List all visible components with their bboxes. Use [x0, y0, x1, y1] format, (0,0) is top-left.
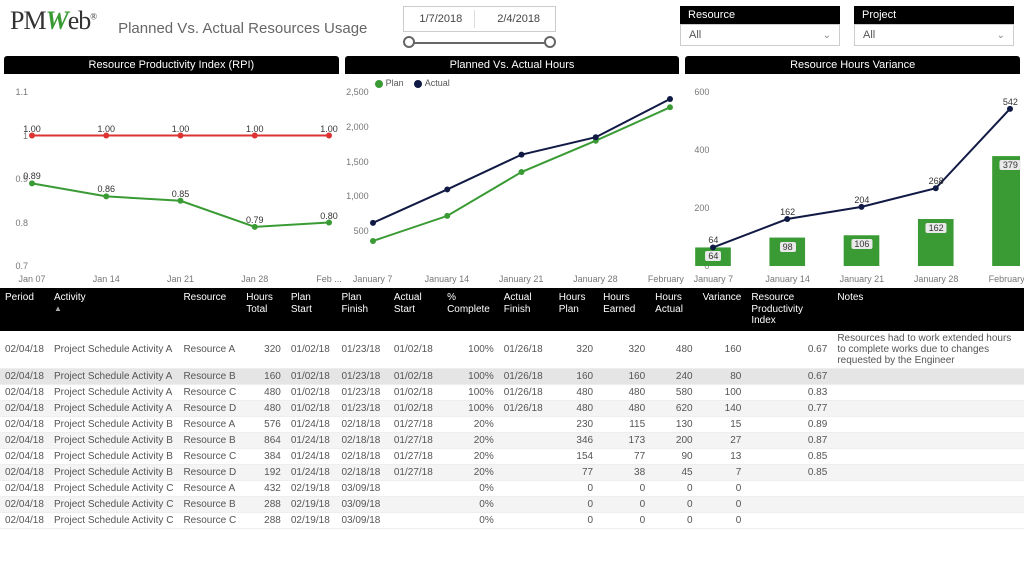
table-row[interactable]: 02/04/18Project Schedule Activity CResou…	[0, 480, 1024, 496]
project-filter-value: All	[863, 29, 875, 41]
table-header-row: PeriodActivity▲ResourceHours TotalPlan S…	[0, 288, 1024, 331]
chevron-down-icon: ⌄	[997, 30, 1005, 41]
header: PMWeb® Planned Vs. Actual Resources Usag…	[0, 0, 1024, 56]
col-header[interactable]: Resource Productivity Index	[746, 288, 832, 331]
col-header[interactable]: Hours Actual	[650, 288, 697, 331]
col-header[interactable]: Notes	[832, 288, 1024, 331]
resource-filter-value: All	[689, 29, 701, 41]
col-header[interactable]: Hours Plan	[554, 288, 598, 331]
table-row[interactable]: 02/04/18Project Schedule Activity CResou…	[0, 512, 1024, 528]
col-header[interactable]: Activity▲	[49, 288, 179, 331]
table-row[interactable]: 02/04/18Project Schedule Activity AResou…	[0, 384, 1024, 400]
logo: PMWeb®	[10, 6, 96, 36]
table-row[interactable]: 02/04/18Project Schedule Activity BResou…	[0, 416, 1024, 432]
table-row[interactable]: 02/04/18Project Schedule Activity AResou…	[0, 400, 1024, 416]
col-header[interactable]: Actual Finish	[499, 288, 554, 331]
col-header[interactable]: Hours Earned	[598, 288, 650, 331]
project-filter-label: Project	[854, 6, 1014, 24]
date-range-slider[interactable]: 1/7/2018 2/4/2018	[403, 6, 556, 50]
charts-row: Resource Productivity Index (RPI) 0.70.8…	[0, 56, 1024, 284]
resource-filter-label: Resource	[680, 6, 840, 24]
resource-filter[interactable]: Resource All ⌄	[680, 6, 840, 46]
chart-title: Resource Productivity Index (RPI)	[4, 56, 339, 74]
col-header[interactable]: Variance	[698, 288, 747, 331]
chart-hours-variance: Resource Hours Variance 0200400600Januar…	[685, 56, 1020, 284]
col-header[interactable]: % Complete	[442, 288, 499, 331]
table-row[interactable]: 02/04/18Project Schedule Activity AResou…	[0, 331, 1024, 369]
date-to[interactable]: 2/4/2018	[485, 10, 552, 28]
chart-plan-actual-hours: Planned Vs. Actual Hours 5001,0001,5002,…	[345, 56, 680, 284]
table-row[interactable]: 02/04/18Project Schedule Activity AResou…	[0, 368, 1024, 384]
slider-handle-end[interactable]	[544, 36, 556, 48]
table-row[interactable]: 02/04/18Project Schedule Activity BResou…	[0, 464, 1024, 480]
chart-title: Resource Hours Variance	[685, 56, 1020, 74]
col-header[interactable]: Period	[0, 288, 49, 331]
col-header[interactable]: Plan Start	[286, 288, 337, 331]
slider-handle-start[interactable]	[403, 36, 415, 48]
col-header[interactable]: Hours Total	[241, 288, 286, 331]
col-header[interactable]: Actual Start	[389, 288, 442, 331]
chevron-down-icon: ⌄	[823, 30, 831, 41]
table-body: 02/04/18Project Schedule Activity AResou…	[0, 331, 1024, 529]
project-filter[interactable]: Project All ⌄	[854, 6, 1014, 46]
chart-rpi: Resource Productivity Index (RPI) 0.70.8…	[4, 56, 339, 284]
table-row[interactable]: 02/04/18Project Schedule Activity BResou…	[0, 448, 1024, 464]
col-header[interactable]: Plan Finish	[336, 288, 388, 331]
date-from[interactable]: 1/7/2018	[407, 10, 475, 28]
col-header[interactable]: Resource	[178, 288, 241, 331]
table-row[interactable]: 02/04/18Project Schedule Activity CResou…	[0, 496, 1024, 512]
data-table: PeriodActivity▲ResourceHours TotalPlan S…	[0, 288, 1024, 529]
chart-title: Planned Vs. Actual Hours	[345, 56, 680, 74]
page-title: Planned Vs. Actual Resources Usage	[118, 20, 367, 37]
table-row[interactable]: 02/04/18Project Schedule Activity BResou…	[0, 432, 1024, 448]
